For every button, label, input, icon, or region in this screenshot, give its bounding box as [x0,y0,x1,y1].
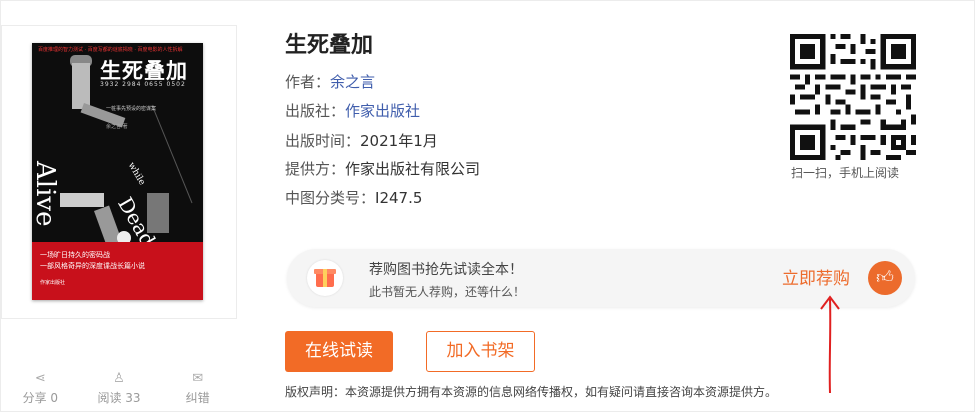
cover-red-band: 一场旷日持久的密码战 一部风格奇异的深度谍战长篇小说 作家出版社 [32,242,203,300]
provider-row: 提供方：作家出版社有限公司 [285,158,480,179]
share-count: 分享 0 [22,391,59,405]
provider-value: 作家出版社有限公司 [345,160,481,178]
pubdate-value: 2021年1月 [360,132,438,150]
pubdate-label: 出版时间： [285,132,361,150]
share-icon: ⋖ [34,371,46,386]
cover-publisher: 作家出版社 [40,280,66,286]
cover-tagline-1: 一场旷日持久的密码战 [40,251,110,259]
banner-subtext: 此书暂无人荐购，还等什么！ [369,285,526,299]
mail-icon: ✉ [192,371,204,386]
report-stat[interactable]: ✉ 纠错 [158,371,237,406]
book-detail-page: 百度推理的智力测试 · 百度写都的谜底揭晓 · 百度电影的人性拆解 生死叠加 3… [0,0,975,412]
publisher-link[interactable]: 作家出版社 [345,102,420,120]
qr-caption: 扫一扫，手机上阅读 [791,166,900,180]
cover-author: 余之言 著 [106,124,128,130]
share-stat[interactable]: ⋖ 分享 0 [1,371,80,406]
report-label: 纠错 [185,391,210,405]
clc-label: 中图分类号： [285,189,376,207]
read-online-button[interactable]: 在线试读 [285,331,393,372]
cover-tagline-2: 一部风格奇异的深度谍战长篇小说 [40,262,145,270]
author-label: 作者： [285,73,331,91]
publisher-label: 出版社： [285,102,346,120]
book-cover-panel: 百度推理的智力测试 · 百度写都的谜底揭晓 · 百度电影的人性拆解 生死叠加 3… [1,25,237,319]
gift-icon [307,260,343,296]
qr-code [790,34,916,160]
book-stats-bar: ⋖ 分享 0 ♙ 阅读 33 ✉ 纠错 [1,371,237,406]
add-to-shelf-button[interactable]: 加入书架 [426,331,535,372]
cover-subtitle: 一桩事先预设的密谋案 [106,106,157,112]
read-stat: ♙ 阅读 33 [80,371,159,406]
banner-headline: 荐购图书抢先试读全本！ [369,262,523,278]
author-row: 作者：余之言 [285,71,375,92]
cover-word-alive: Alive [32,161,60,227]
thumbs-up-icon[interactable]: 👍︎ [868,261,902,295]
recommend-button[interactable]: 立即荐购 [782,264,850,289]
clc-row: 中图分类号：I247.5 [285,187,422,208]
annotation-arrow [820,295,840,394]
author-link[interactable]: 余之言 [330,73,375,91]
pubdate-row: 出版时间：2021年1月 [285,130,438,151]
user-icon: ♙ [113,371,125,386]
cover-numbers: 3932 2984 0655 0502 [100,81,186,88]
clc-value: I247.5 [375,189,423,207]
read-count: 阅读 33 [97,391,141,405]
copyright-notice: 版权声明：本资源提供方拥有本资源的信息网络传播权，如有疑问请直接咨询本资源提供方… [285,385,778,399]
provider-label: 提供方： [285,160,346,178]
publisher-row: 出版社：作家出版社 [285,100,420,121]
book-cover-image[interactable]: 百度推理的智力测试 · 百度写都的谜底揭晓 · 百度电影的人性拆解 生死叠加 3… [32,43,203,300]
book-title: 生死叠加 [285,33,374,58]
